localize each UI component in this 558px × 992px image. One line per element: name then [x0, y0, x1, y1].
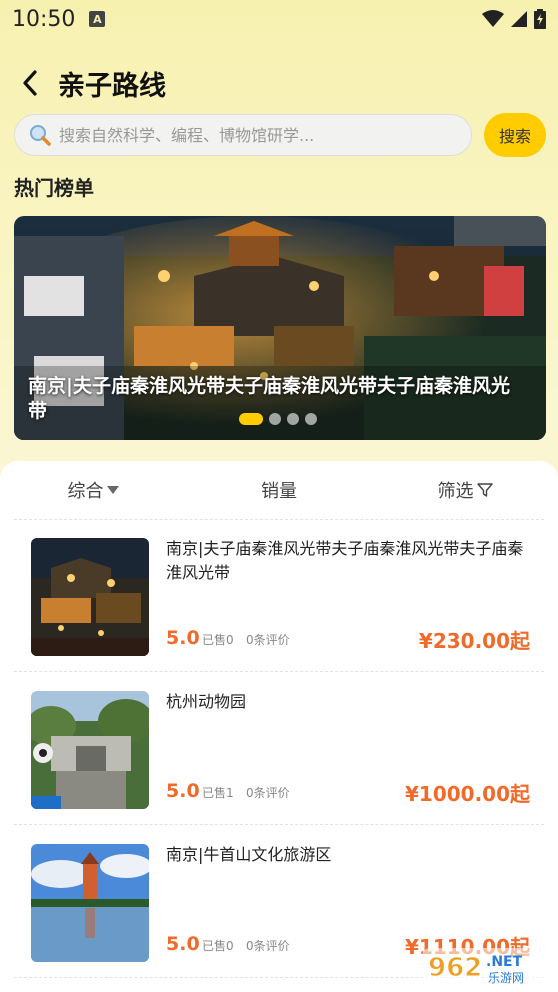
item-review-count: 0条评价	[246, 633, 290, 647]
status-time: 10:50	[12, 6, 76, 32]
item-sold-count: 已售0	[202, 939, 234, 953]
notification-a-icon: A	[89, 11, 106, 27]
battery-icon	[534, 9, 546, 29]
item-title: 杭州动物园	[166, 692, 247, 711]
item-rating: 5.0	[166, 627, 200, 649]
caret-down-icon	[106, 486, 119, 494]
filter-icon	[476, 483, 493, 497]
item-price: ¥230.00起	[418, 629, 530, 653]
carousel-dot[interactable]	[269, 413, 281, 425]
item-rating: 5.0	[166, 933, 200, 955]
page-title: 亲子路线	[58, 70, 166, 102]
sort-tab-filter[interactable]: 筛选	[372, 461, 558, 519]
search-button[interactable]: 搜索	[484, 113, 546, 157]
item-review-count: 0条评价	[246, 939, 290, 953]
item-title: 南京|夫子庙秦淮风光带夫子庙秦淮风光带夫子庙秦淮风光带	[166, 539, 524, 582]
banner-carousel[interactable]: 南京|夫子庙秦淮风光带夫子庙秦淮风光带夫子庙秦淮风光带	[14, 216, 546, 440]
svg-text:乐游网: 乐游网	[488, 971, 524, 985]
sort-tab-comprehensive[interactable]: 综合	[0, 461, 186, 519]
chevron-left-icon	[23, 70, 37, 96]
item-thumbnail	[31, 691, 149, 809]
item-thumbnail	[31, 844, 149, 962]
sort-bar: 综合 销量 筛选	[0, 461, 558, 519]
item-rating: 5.0	[166, 780, 200, 802]
search-box[interactable]	[14, 114, 472, 156]
sort-tab-label: 筛选	[437, 481, 474, 502]
list-item[interactable]: 杭州动物园 5.0 已售1 0条评价 ¥1000.00起	[14, 672, 544, 825]
status-icons	[482, 9, 546, 29]
wifi-icon	[482, 10, 504, 27]
navigation-bar: 亲子路线	[0, 60, 558, 106]
item-title: 南京|牛首山文化旅游区	[166, 845, 332, 864]
carousel-dot-active[interactable]	[239, 413, 263, 425]
signal-icon	[511, 11, 527, 27]
item-price: ¥1000.00起	[404, 782, 530, 806]
section-title: 热门榜单	[14, 176, 94, 200]
item-sold-count: 已售1	[202, 786, 234, 800]
sort-tab-sales[interactable]: 销量	[186, 461, 372, 519]
item-thumbnail	[31, 538, 149, 656]
route-list-panel: 综合 销量 筛选 南京|夫子庙秦淮风光带夫子庙秦淮风光带夫子庙秦淮风光带 5.0…	[0, 461, 558, 992]
svg-text:962: 962	[428, 953, 482, 983]
item-sold-count: 已售0	[202, 633, 234, 647]
list-item[interactable]: 南京|夫子庙秦淮风光带夫子庙秦淮风光带夫子庙秦淮风光带 5.0 已售0 0条评价…	[14, 519, 544, 672]
sort-tab-label: 销量	[261, 481, 297, 502]
status-bar: 10:50 A	[0, 0, 558, 38]
search-icon	[30, 125, 51, 146]
watermark-logo: 962 .NET 乐游网	[422, 948, 552, 985]
back-button[interactable]	[22, 63, 50, 103]
svg-text:.NET: .NET	[486, 954, 523, 970]
search-row: 搜索	[14, 113, 546, 157]
carousel-dot[interactable]	[287, 413, 299, 425]
search-input[interactable]	[59, 125, 449, 145]
sort-tab-label: 综合	[67, 481, 104, 502]
carousel-dots	[239, 413, 317, 425]
carousel-dot[interactable]	[305, 413, 317, 425]
item-review-count: 0条评价	[246, 786, 290, 800]
